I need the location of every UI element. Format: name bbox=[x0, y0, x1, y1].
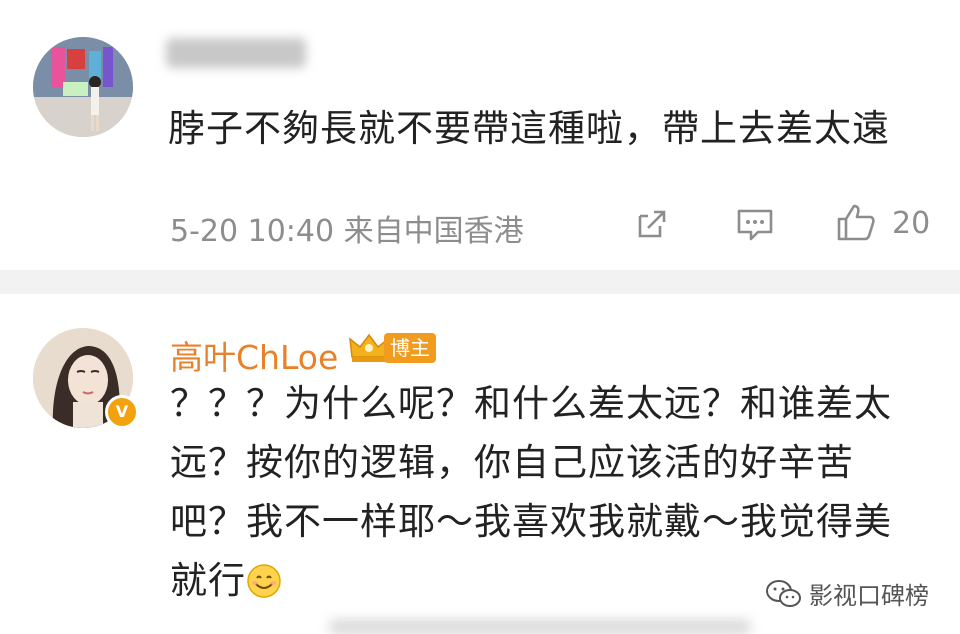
comment-separator bbox=[0, 270, 960, 294]
avatar-image bbox=[33, 37, 133, 137]
comment-icon[interactable] bbox=[736, 206, 774, 246]
comment-text: ？？？为什么呢？和什么差太远？和谁差太远？按你的逻辑，你自己应该活的好辛苦吧？我… bbox=[170, 374, 900, 610]
blogger-badge: 博主 bbox=[348, 331, 436, 365]
verified-badge: V bbox=[105, 395, 139, 429]
like-icon[interactable] bbox=[836, 202, 876, 246]
smile-emoji-icon bbox=[247, 564, 281, 598]
comment-meta: 5-20 10:40 来自中国香港 bbox=[170, 214, 524, 249]
watermark-text: 影视口碑榜 bbox=[809, 582, 929, 610]
next-comment-blurred bbox=[330, 620, 750, 634]
badge-label: 博主 bbox=[384, 333, 436, 363]
wechat-icon bbox=[766, 579, 801, 607]
comment-text: 脖子不夠長就不要帶這種啦，帶上去差太遠 bbox=[168, 107, 890, 150]
like-count: 20 bbox=[892, 206, 931, 241]
username-blurred[interactable] bbox=[166, 38, 306, 68]
comment-item: 脖子不夠長就不要帶這種啦，帶上去差太遠 5-20 10:40 来自中国香港 20 bbox=[0, 0, 960, 270]
share-icon[interactable] bbox=[634, 206, 670, 246]
username[interactable]: 高叶ChLoe bbox=[170, 331, 338, 379]
watermark: 影视口碑榜 bbox=[765, 576, 929, 611]
avatar[interactable] bbox=[33, 37, 133, 137]
